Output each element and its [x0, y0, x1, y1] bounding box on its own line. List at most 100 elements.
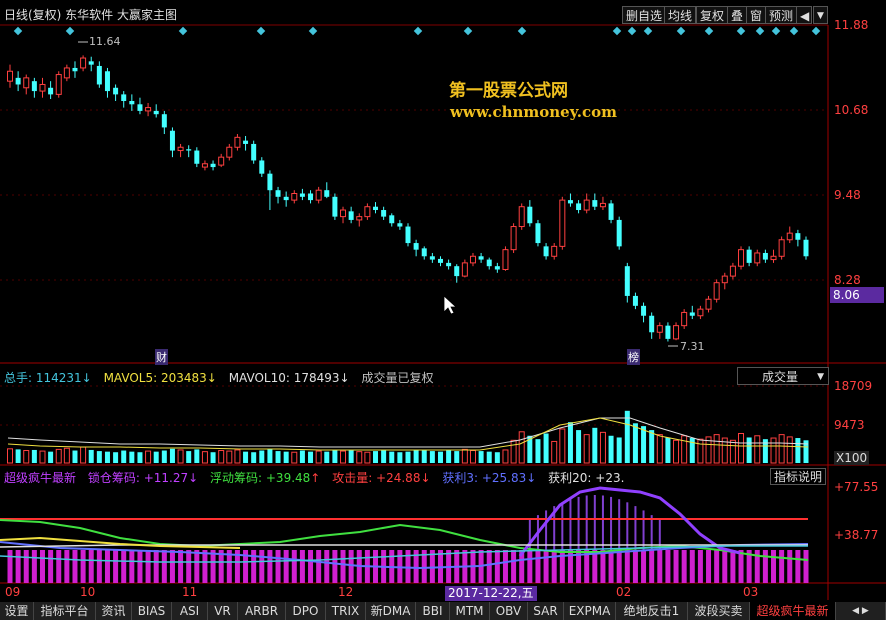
price-tick-3: 9.48 [834, 188, 861, 202]
candle [624, 262, 630, 303]
indicator-bar [15, 550, 21, 583]
signal-diamond-icon [627, 26, 637, 36]
tab-vr[interactable]: VR [208, 602, 238, 620]
indicator-bar [649, 550, 655, 583]
candle [104, 67, 110, 98]
volume-bar [72, 450, 78, 463]
volume-bar [194, 449, 200, 463]
volume-bar [405, 451, 411, 463]
volume-bar [121, 450, 127, 463]
volume-bar [7, 448, 13, 464]
tab-obv[interactable]: OBV [490, 602, 528, 620]
tab-bias[interactable]: BIAS [132, 602, 172, 620]
back-arrow-icon[interactable]: ◀ [796, 6, 812, 24]
volume-bar [145, 450, 152, 464]
delete-watchlist-button[interactable]: 删自选 [622, 6, 667, 24]
candle [778, 236, 785, 260]
indicator-bar [145, 550, 151, 583]
candle [405, 223, 411, 247]
candlestick-series [7, 55, 809, 342]
tab-new-dma[interactable]: 新DMA [366, 602, 416, 620]
moving-average-button[interactable]: 均线 [664, 6, 697, 24]
candle [161, 110, 167, 135]
tab-settings[interactable]: 设置 [0, 602, 34, 620]
mouse-cursor-icon [443, 295, 458, 315]
tab-arbr[interactable]: ARBR [238, 602, 286, 620]
volume-bar [39, 450, 46, 464]
indicator-bar [194, 550, 200, 583]
window-button[interactable]: 窗 [746, 6, 767, 24]
tab-news[interactable]: 资讯 [96, 602, 132, 620]
indicator-bar [291, 550, 297, 583]
menu-dropdown-icon[interactable]: ▼ [813, 6, 828, 24]
signal-diamond-icon [178, 26, 188, 36]
indicator-bar [267, 550, 273, 583]
volume-bar [567, 422, 573, 463]
candle [543, 243, 549, 260]
candle [315, 186, 322, 204]
volume-bar [291, 451, 298, 464]
volume-bar [137, 452, 143, 463]
annotation-arrows [78, 41, 678, 347]
tab-jedi-counter[interactable]: 绝地反击1 [616, 602, 688, 620]
indicator-bar [121, 550, 127, 583]
indicator-bar [48, 550, 54, 583]
indicator-bar [632, 550, 638, 583]
volume-bar [243, 451, 249, 463]
volume-bar [746, 437, 752, 463]
candle [535, 219, 541, 247]
candle [551, 243, 558, 260]
financial-report-marker[interactable]: 财 [155, 349, 168, 365]
float-chips-value: 浮动筹码: +39.48↑ [210, 471, 321, 485]
tab-indicator-platform[interactable]: 指标平台 [34, 602, 96, 620]
indicator-help-button[interactable]: 指标说明 [770, 468, 826, 485]
volume-bar [340, 450, 347, 464]
forecast-button[interactable]: 预测 [765, 6, 798, 24]
volume-unit-label: X100 [834, 451, 870, 465]
candle [421, 246, 427, 260]
candle [364, 203, 371, 220]
tab-trix[interactable]: TRIX [326, 602, 366, 620]
price-tick-1: 11.88 [834, 18, 869, 32]
tab-scroll-arrows-icon[interactable]: ◀ ▶ [836, 602, 886, 620]
candle [129, 94, 135, 111]
volume-indicator-select[interactable]: 成交量 ▼ [737, 367, 829, 385]
indicator-bar [616, 550, 622, 583]
signal-diamond-icon [256, 26, 266, 36]
tab-mtm[interactable]: MTM [450, 602, 490, 620]
indicator-bar [681, 550, 687, 583]
indicator-bar [202, 550, 208, 583]
indicator-bar [88, 550, 94, 583]
restore-rights-button[interactable]: 复权 [696, 6, 729, 24]
tab-asi[interactable]: ASI [172, 602, 208, 620]
tab-super-bull[interactable]: 超级疯牛最新 [750, 602, 836, 620]
candle [243, 136, 249, 151]
volume-bar [88, 449, 94, 463]
candle [226, 143, 233, 161]
indicator-bar [803, 550, 809, 583]
volume-bar [275, 451, 281, 463]
indicator-bar [80, 550, 86, 583]
dragon-tiger-list-marker[interactable]: 榜 [627, 349, 640, 365]
tab-dpo[interactable]: DPO [286, 602, 326, 620]
tab-sar[interactable]: SAR [528, 602, 564, 620]
candle [201, 160, 208, 171]
indicator-lock-bar [610, 496, 613, 550]
overlay-button[interactable]: 叠 [727, 6, 748, 24]
volume-bar [502, 449, 509, 464]
tab-band-trade[interactable]: 波段买卖 [688, 602, 750, 620]
watermark-title: 第一股票公式网 [449, 81, 568, 101]
signal-diamond-icon [413, 26, 423, 36]
candle [137, 97, 143, 115]
candle [194, 147, 200, 168]
indicator-bar [186, 550, 192, 583]
indicator-bar [169, 550, 175, 583]
tab-expma[interactable]: EXPMA [564, 602, 616, 620]
candle [494, 262, 500, 273]
volume-bar [23, 450, 30, 464]
candle [746, 246, 752, 267]
tab-bbi[interactable]: BBI [416, 602, 450, 620]
signal-diamond-icon [612, 26, 622, 36]
volume-bar [681, 435, 688, 464]
candle [299, 188, 305, 201]
